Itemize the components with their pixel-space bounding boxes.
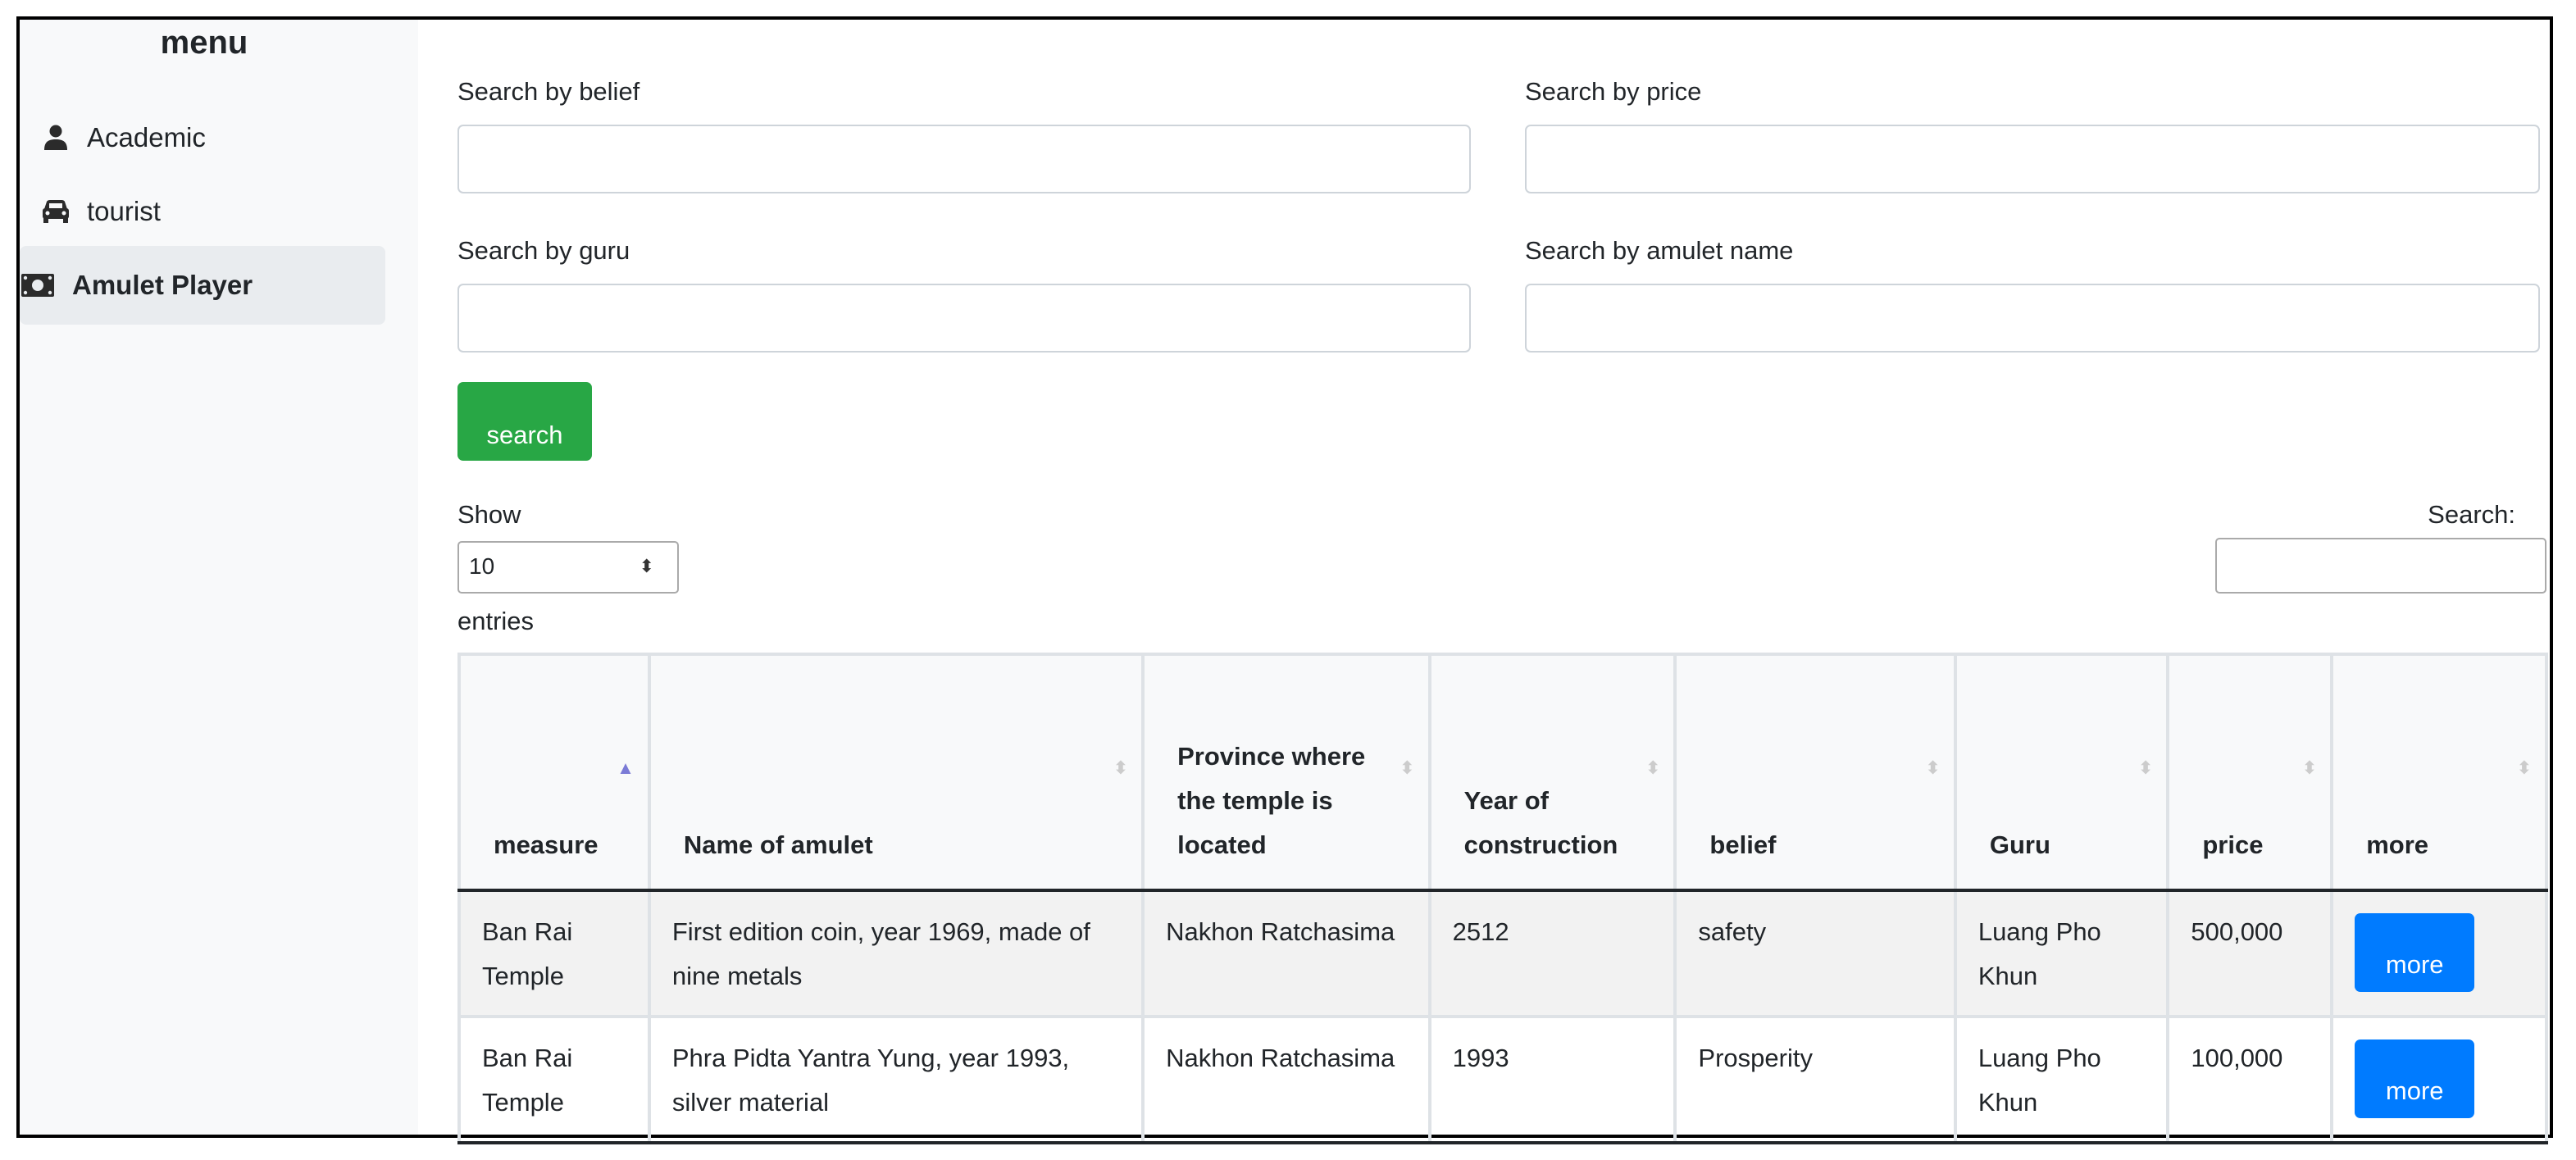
amulet-table: measure ▲ Name of amulet ⬍ Province where … [457, 653, 2548, 1144]
cell-measure: Ban Rai Temple [457, 1015, 651, 1144]
cell-year: 2512 [1427, 889, 1677, 1018]
amulet-name-search-input[interactable] [1525, 284, 2540, 353]
column-header-name[interactable]: Name of amulet ⬍ [647, 653, 1145, 892]
column-header-price[interactable]: price ⬍ [2166, 653, 2334, 892]
price-search-input[interactable] [1525, 125, 2540, 193]
sort-both-icon: ⬍ [1645, 757, 1661, 778]
entries-label: entries [457, 607, 535, 635]
belief-search-input[interactable] [457, 125, 1471, 193]
table-row: Ban Rai Temple Phra Pidta Yantra Yung, y… [457, 1015, 2548, 1144]
column-header-belief[interactable]: belief ⬍ [1673, 653, 1957, 892]
column-header-province[interactable]: Province where the temple is located ⬍ [1141, 653, 1431, 892]
column-header-year[interactable]: Year of construction ⬍ [1427, 653, 1677, 892]
cell-belief: safety [1673, 889, 1957, 1018]
page-length-value: 10 [469, 553, 495, 579]
main-content: Search by belief Search by price Search … [418, 20, 2550, 1144]
show-label: Show [457, 500, 521, 529]
sidebar-item-amulet-player[interactable]: Amulet Player [20, 246, 385, 325]
sidebar-item-label: Academic [87, 122, 206, 152]
user-icon [41, 123, 71, 152]
sidebar: menu Academic tourist Amulet Player [20, 20, 418, 1135]
sort-asc-icon: ▲ [617, 757, 635, 778]
sort-both-icon: ⬍ [1113, 757, 1129, 778]
cell-belief: Prosperity [1673, 1015, 1957, 1144]
column-header-guru[interactable]: Guru ⬍ [1953, 653, 2170, 892]
cell-province: Nakhon Ratchasima [1141, 889, 1431, 1018]
more-button[interactable]: more [2355, 913, 2475, 992]
cell-year: 1993 [1427, 1015, 1677, 1144]
more-button[interactable]: more [2355, 1039, 2475, 1118]
cell-more: more [2330, 1015, 2548, 1144]
app-frame: menu Academic tourist Amulet Player Sear… [16, 16, 2553, 1144]
column-header-measure[interactable]: measure ▲ [457, 653, 651, 892]
car-icon [41, 197, 71, 226]
cell-name: First edition coin, year 1969, made of n… [647, 889, 1145, 1018]
select-arrows-icon: ⬍ [639, 556, 654, 576]
cell-guru: Luang Pho Khun [1953, 889, 2170, 1018]
guru-label: Search by guru [457, 236, 630, 265]
column-header-more[interactable]: more ⬍ [2330, 653, 2548, 892]
sort-both-icon: ⬍ [2137, 757, 2154, 778]
cell-guru: Luang Pho Khun [1953, 1015, 2170, 1144]
cell-price: 500,000 [2166, 889, 2334, 1018]
table-search-label: Search: [2428, 500, 2515, 529]
cell-more: more [2330, 889, 2548, 1018]
page-length-select[interactable]: 10 ⬍ [457, 541, 679, 594]
sort-both-icon: ⬍ [2516, 757, 2532, 778]
cell-province: Nakhon Ratchasima [1141, 1015, 1431, 1144]
sidebar-item-label: Amulet Player [72, 270, 253, 300]
amulet-name-label: Search by amulet name [1525, 236, 1794, 265]
table-header-row: measure ▲ Name of amulet ⬍ Province where … [457, 653, 2548, 892]
table-row: Ban Rai Temple First edition coin, year … [457, 889, 2548, 1018]
cell-price: 100,000 [2166, 1015, 2334, 1144]
cell-name: Phra Pidta Yantra Yung, year 1993, silve… [647, 1015, 1145, 1144]
sort-both-icon: ⬍ [1925, 757, 1941, 778]
money-bill-icon [21, 271, 54, 300]
sort-both-icon: ⬍ [1400, 757, 1415, 778]
sort-both-icon: ⬍ [2301, 757, 2318, 778]
belief-label: Search by belief [457, 77, 640, 106]
price-label: Search by price [1525, 77, 1702, 106]
search-button[interactable]: search [457, 382, 592, 461]
menu-title: menu [160, 25, 248, 61]
cell-measure: Ban Rai Temple [457, 889, 651, 1018]
sidebar-item-academic[interactable]: Academic [20, 98, 385, 177]
sidebar-item-tourist[interactable]: tourist [20, 172, 385, 251]
sidebar-item-label: tourist [87, 196, 161, 226]
table-search-input[interactable] [2215, 538, 2546, 594]
guru-search-input[interactable] [457, 284, 1471, 353]
